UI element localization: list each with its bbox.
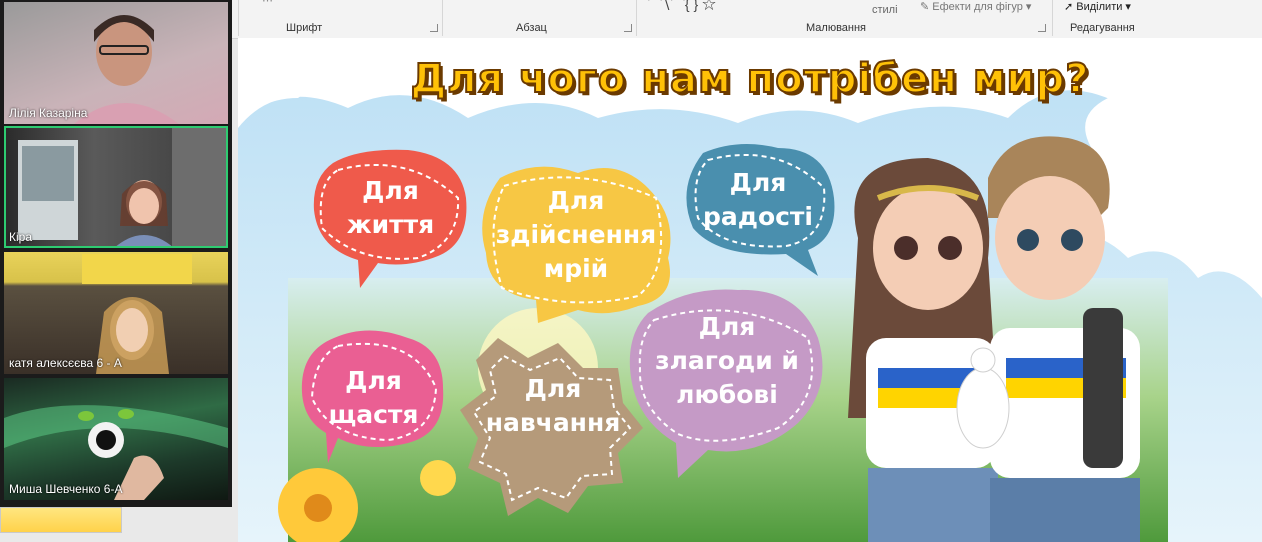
participant-name: Миша Шевченко 6-А [9, 482, 123, 496]
group-drawing-label: Малювання [806, 22, 867, 34]
slide-title: Для чого нам потрібен мир? [410, 55, 1090, 103]
bubble-text-harmony: Для злагоди й любові [655, 312, 799, 409]
slide-background [238, 38, 1262, 542]
bubble-text-life: Для життя [346, 176, 435, 239]
bubble-text-joy: Для радості [702, 168, 813, 231]
bubble-text-dreams: Для здійснення мрій [495, 186, 657, 283]
group-editing-label: Редагування [1070, 22, 1135, 34]
drawing-launcher-icon[interactable] [1038, 24, 1046, 32]
ribbon-separator [238, 0, 239, 36]
ribbon-separator [636, 0, 637, 36]
video-tile[interactable]: Лілія Казаріна [4, 2, 228, 124]
children-illustration [848, 136, 1140, 542]
participant-name: катя алексєєва 6 - А [9, 356, 122, 370]
group-paragraph-label: Абзац [516, 22, 547, 34]
select-button[interactable]: ➚ Виділити ▾ [1064, 0, 1131, 13]
select-label: Виділити [1076, 1, 1123, 13]
participant-name: Лілія Казаріна [9, 106, 88, 120]
shape-effects-button[interactable]: ✎ Ефекти для фігур ▾ [920, 0, 1031, 13]
font-launcher-icon[interactable] [430, 24, 438, 32]
shapes-gallery-icon[interactable]: ⌒∖⌒{ } ☆ [648, 0, 716, 14]
participant-name: Кіра [9, 230, 33, 244]
bubble-text-happiness: Для щастя [328, 366, 419, 429]
video-tile[interactable]: катя алексєєва 6 - А [4, 252, 228, 374]
participant-video [18, 126, 228, 248]
slide-thumbnail[interactable] [0, 507, 122, 533]
ribbon-icon[interactable]: ⋯ [262, 0, 273, 7]
presentation-slide[interactable]: Для чого нам потрібен мир? Для життя Для… [238, 38, 1262, 542]
styles-label[interactable]: стилі [872, 4, 898, 16]
video-tile[interactable]: Миша Шевченко 6-А [4, 378, 228, 500]
video-tile-active[interactable]: Кіра [4, 126, 228, 248]
paragraph-launcher-icon[interactable] [624, 24, 632, 32]
group-font-label: Шрифт [286, 22, 323, 34]
bubble-text-learning: Для навчання [485, 374, 621, 437]
ribbon-separator [1052, 0, 1053, 36]
shape-effects-label: Ефекти для фігур [932, 1, 1023, 13]
video-panel: Лілія Казаріна Кіра катя алексєєва 6 - А [0, 0, 232, 507]
ribbon-separator [442, 0, 443, 36]
